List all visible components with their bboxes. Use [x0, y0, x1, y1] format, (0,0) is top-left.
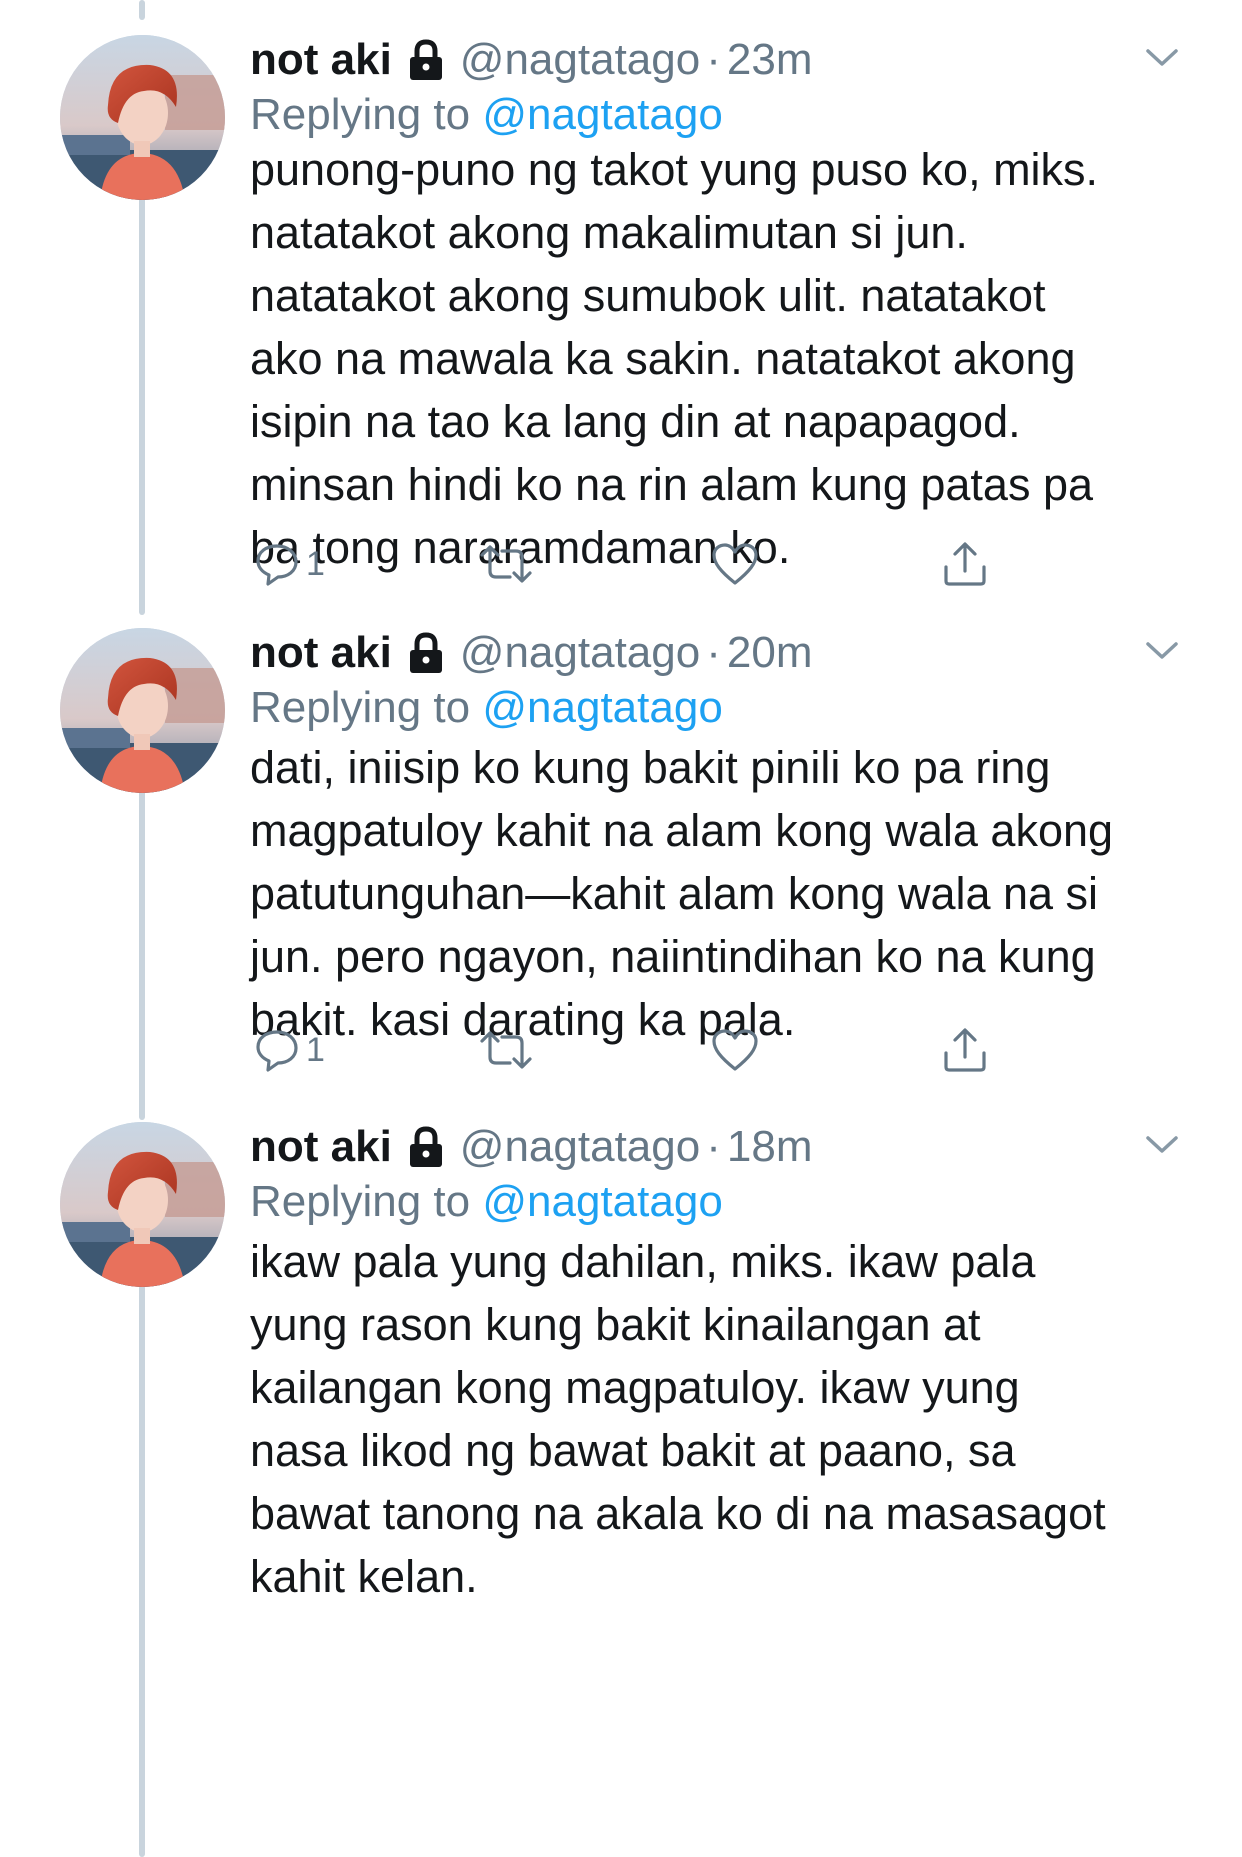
tweet-text: ikaw pala yung dahilan, miks. ikaw pala … [250, 1230, 1200, 1608]
separator-dot: · [706, 628, 721, 677]
tweet-text: dati, iniisip ko kung bakit pinili ko pa… [250, 736, 1200, 1051]
reply-button[interactable]: 1 [254, 534, 325, 594]
lock-icon [409, 39, 442, 80]
mention-link[interactable]: @nagtatago [482, 683, 722, 732]
separator-dot: · [706, 1122, 721, 1171]
avatar[interactable] [60, 1122, 225, 1287]
text-line: ikaw pala yung dahilan, miks. ikaw pala [250, 1236, 1036, 1287]
mention-link[interactable]: @nagtatago [482, 1177, 722, 1226]
timestamp[interactable]: 18m [727, 1122, 813, 1172]
replying-prefix: Replying to [250, 683, 471, 732]
tweet[interactable]: not aki @nagtatago · 23m Replying to @na… [0, 30, 1242, 630]
tweet-header: not aki @nagtatago · 23m [250, 30, 812, 90]
display-name[interactable]: not aki [250, 35, 392, 85]
chevron-down-icon[interactable] [1142, 635, 1182, 665]
tweet[interactable]: not aki @nagtatago · 18m Replying to @na… [0, 1117, 1242, 1857]
like-button[interactable] [710, 534, 760, 594]
replying-prefix: Replying to [250, 1177, 471, 1226]
thread-line [139, 0, 145, 20]
replying-to: Replying to @nagtatago [250, 90, 723, 140]
user-handle[interactable]: @nagtatago [460, 628, 700, 678]
text-line: bawat tanong na akala ko di na masasagot [250, 1488, 1106, 1539]
text-line: kahit kelan. [250, 1551, 478, 1602]
tweet-header: not aki @nagtatago · 20m [250, 623, 812, 683]
tweet-actions: 1 [250, 1020, 1050, 1080]
share-button[interactable] [940, 1020, 990, 1080]
replying-to: Replying to @nagtatago [250, 1177, 723, 1227]
retweet-button[interactable] [478, 534, 534, 594]
text-line: nasa likod ng bawat bakit at paano, sa [250, 1425, 1016, 1476]
text-line: ako na mawala ka sakin. natatakot akong [250, 333, 1076, 384]
share-icon [944, 542, 986, 586]
retweet-icon [480, 1031, 532, 1069]
chevron-down-icon[interactable] [1142, 42, 1182, 72]
timestamp[interactable]: 23m [727, 35, 813, 85]
timestamp[interactable]: 20m [727, 628, 813, 678]
reply-button[interactable]: 1 [254, 1020, 325, 1080]
retweet-button[interactable] [478, 1020, 534, 1080]
chevron-down-icon[interactable] [1142, 1129, 1182, 1159]
retweet-icon [480, 545, 532, 583]
tweet-text: punong-puno ng takot yung puso ko, miks.… [250, 138, 1200, 579]
avatar[interactable] [60, 628, 225, 793]
text-line: dati, iniisip ko kung bakit pinili ko pa… [250, 742, 1051, 793]
text-line: natatakot akong sumubok ulit. natatakot [250, 270, 1046, 321]
avatar[interactable] [60, 35, 225, 200]
text-line: minsan hindi ko na rin alam kung patas p… [250, 459, 1094, 510]
text-line: kailangan kong magpatuloy. ikaw yung [250, 1362, 1020, 1413]
share-button[interactable] [940, 534, 990, 594]
tweet-header: not aki @nagtatago · 18m [250, 1117, 812, 1177]
lock-icon [409, 1126, 442, 1167]
share-icon [944, 1028, 986, 1072]
mention-link[interactable]: @nagtatago [482, 90, 722, 139]
text-line: jun. pero ngayon, naiintindihan ko na ku… [250, 931, 1096, 982]
reply-count: 1 [306, 544, 325, 583]
text-line: natatakot akong makalimutan si jun. [250, 207, 968, 258]
user-handle[interactable]: @nagtatago [460, 35, 700, 85]
tweet[interactable]: not aki @nagtatago · 20m Replying to @na… [0, 623, 1242, 1093]
like-icon [712, 1029, 758, 1071]
text-line: isipin na tao ka lang din at napapagod. [250, 396, 1021, 447]
user-handle[interactable]: @nagtatago [460, 1122, 700, 1172]
tweet-actions: 1 [250, 534, 1050, 594]
text-line: yung rason kung bakit kinailangan at [250, 1299, 981, 1350]
display-name[interactable]: not aki [250, 628, 392, 678]
like-icon [712, 543, 758, 585]
separator-dot: · [706, 35, 721, 84]
lock-icon [409, 632, 442, 673]
text-line: punong-puno ng takot yung puso ko, miks. [250, 144, 1099, 195]
reply-icon [256, 1030, 298, 1072]
like-button[interactable] [710, 1020, 760, 1080]
text-line: patutunguhan—kahit alam kong wala na si [250, 868, 1099, 919]
replying-to: Replying to @nagtatago [250, 683, 723, 733]
replying-prefix: Replying to [250, 90, 471, 139]
reply-count: 1 [306, 1030, 325, 1069]
text-line: magpatuloy kahit na alam kong wala akong [250, 805, 1114, 856]
display-name[interactable]: not aki [250, 1122, 392, 1172]
reply-icon [256, 544, 298, 586]
